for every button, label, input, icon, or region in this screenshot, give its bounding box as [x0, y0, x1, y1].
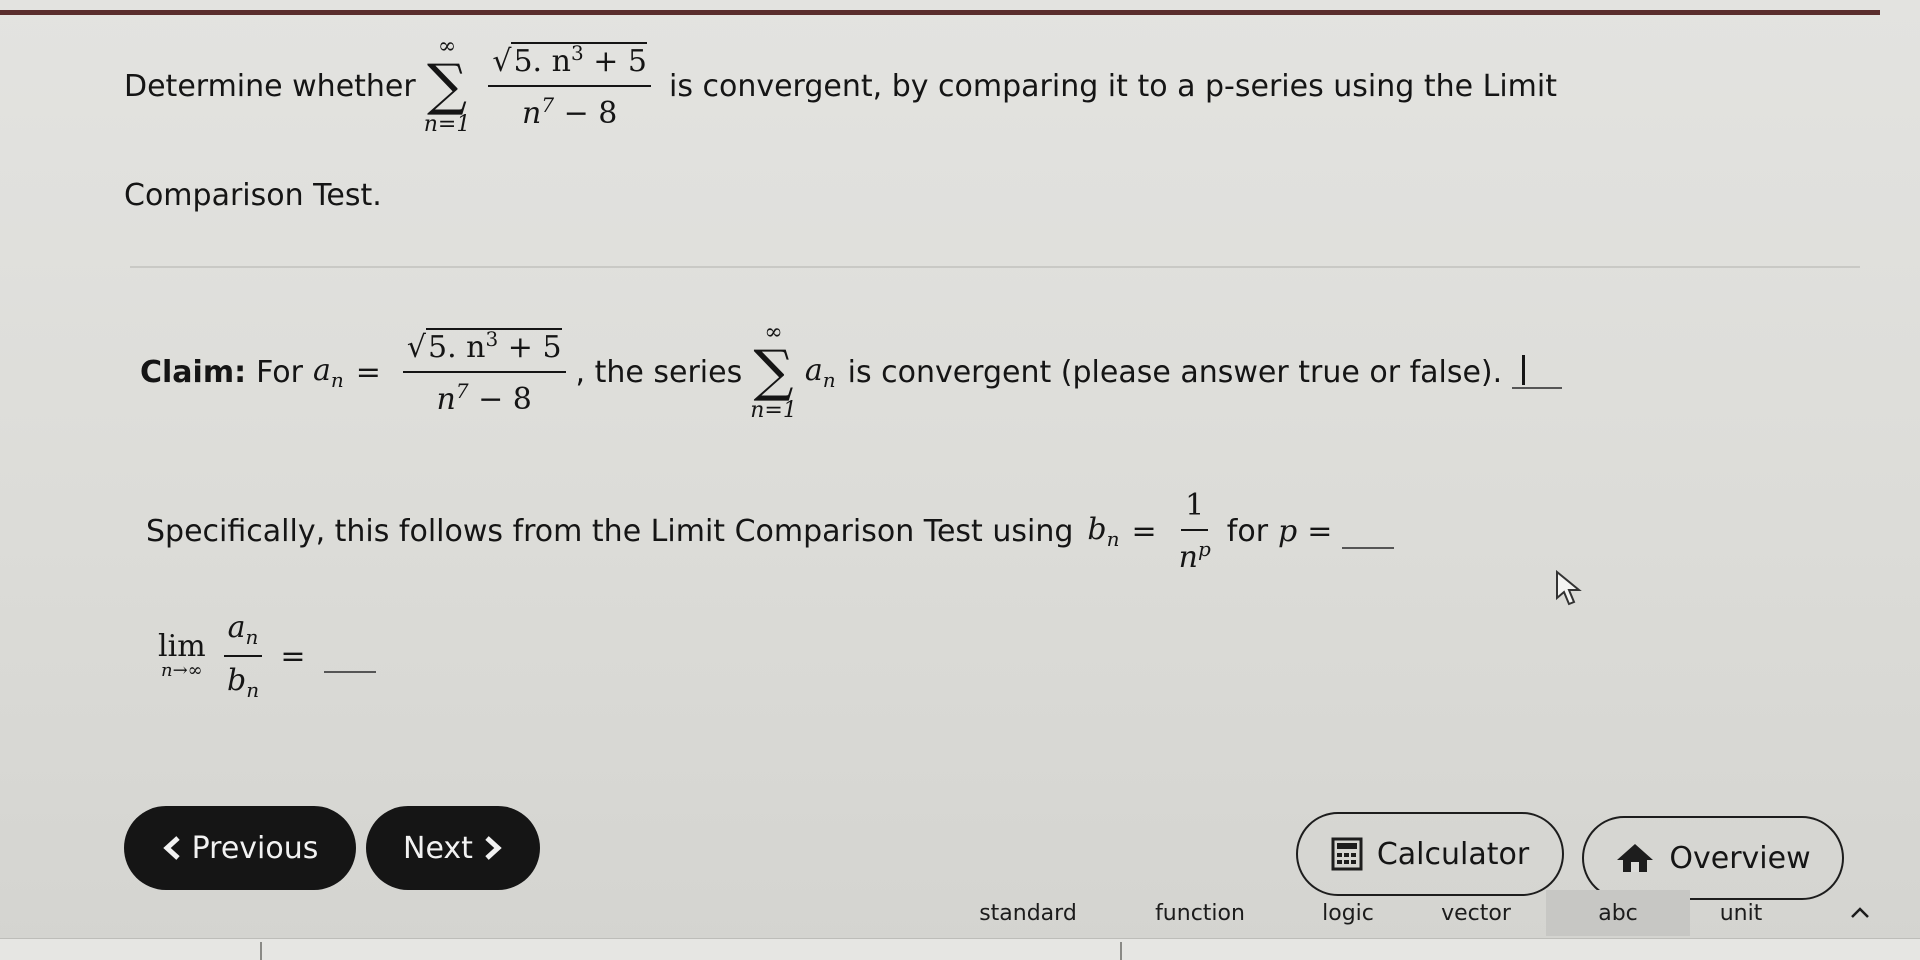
claim-numerator: √5. n3 + 5 [402, 327, 566, 373]
tab-unit[interactable]: unit [1690, 890, 1792, 936]
claim-denominator: n7 − 8 [436, 379, 532, 417]
limit-equals: = [280, 638, 306, 674]
tab-abc[interactable]: abc [1546, 890, 1690, 936]
claim-row: Claim: For an = √5. n3 + 5 n7 − 8 , the … [140, 322, 1563, 422]
question-line-2: Comparison Test. [124, 178, 382, 213]
sigma-icon: ∑ [427, 53, 468, 118]
previous-button[interactable]: Previous [124, 806, 356, 890]
top-border-line [0, 10, 1880, 15]
tab-function[interactable]: function [1120, 890, 1280, 936]
tab-standard[interactable]: standard [948, 890, 1108, 936]
question-prefix: Determine whether [124, 68, 416, 104]
sigma-icon: ∑ [753, 339, 794, 404]
specific-denominator: np [1178, 537, 1211, 575]
claim-series-text: , the series [575, 354, 743, 390]
limit-numerator: an [223, 610, 263, 657]
keyboard-tab-bar: standard function logic vector abc unit [0, 890, 1920, 938]
page: Determine whether ∞ ∑ n=1 √5. n3 + 5 n7 … [0, 0, 1920, 960]
calculator-icon [1331, 837, 1363, 871]
specific-fraction: 1 np [1179, 488, 1211, 575]
home-icon [1617, 844, 1654, 872]
calculator-label: Calculator [1376, 836, 1530, 872]
p-answer-field[interactable] [1342, 515, 1395, 549]
claim-fraction: √5. n3 + 5 n7 − 8 [402, 327, 566, 417]
limit-answer-field[interactable] [323, 639, 376, 673]
question-term-numerator: √5. n3 + 5 [488, 41, 651, 87]
previous-label: Previous [191, 830, 319, 866]
claim-tail-text: is convergent (please answer true or fal… [847, 354, 1503, 390]
question-term-fraction: √5. n3 + 5 n7 − 8 [488, 41, 651, 131]
claim-sum-lower: n=1 [750, 398, 797, 423]
chevron-right-icon [485, 836, 502, 860]
specific-numerator: 1 [1181, 488, 1209, 531]
lim-subscript: n→∞ [160, 660, 203, 681]
section-divider [130, 266, 1860, 268]
text-cursor [1522, 355, 1526, 385]
specific-text: Specifically, this follows from the Limi… [146, 514, 1074, 549]
keyboard-strip [0, 938, 1920, 960]
claim-for-text: For [256, 354, 303, 390]
question-suffix: is convergent, by comparing it to a p-se… [668, 68, 1557, 104]
next-button[interactable]: Next [366, 806, 540, 890]
claim-label: Claim: [140, 354, 247, 390]
specific-for-text: for [1226, 514, 1269, 549]
claim-series-var: an [804, 352, 836, 392]
keyboard-key-divider [260, 942, 262, 960]
specific-b-var: bn [1087, 512, 1120, 551]
mouse-pointer-icon [1556, 570, 1582, 606]
keyboard-toggle[interactable] [1830, 890, 1890, 936]
chevron-up-icon [1851, 907, 1869, 918]
claim-a-var: an [312, 352, 344, 392]
claim-answer-field[interactable] [1512, 355, 1563, 389]
lim-text: lim [158, 629, 206, 664]
limit-fraction: an bn [223, 610, 263, 702]
question-sum-symbol: ∞ ∑ n=1 [424, 36, 471, 136]
calculator-button[interactable]: Calculator [1296, 812, 1564, 896]
specific-row: Specifically, this follows from the Limi… [146, 488, 1395, 575]
question-term-denominator: n7 − 8 [521, 93, 618, 131]
tab-logic[interactable]: logic [1286, 890, 1410, 936]
chevron-left-icon [162, 836, 180, 860]
limit-operator: lim n→∞ [158, 632, 206, 680]
specific-equals: = [1131, 514, 1157, 549]
claim-equals: = [355, 354, 381, 390]
question-line-1: Determine whether ∞ ∑ n=1 √5. n3 + 5 n7 … [124, 36, 1557, 136]
overview-label: Overview [1669, 840, 1811, 876]
limit-denominator: bn [226, 663, 260, 702]
next-label: Next [403, 830, 473, 866]
keyboard-key-divider [1120, 942, 1122, 960]
tab-vector[interactable]: vector [1414, 890, 1538, 936]
specific-p-var: p [1278, 514, 1298, 549]
sum-lower-limit: n=1 [423, 112, 471, 137]
specific-p-equals: = [1307, 514, 1333, 549]
limit-row: lim n→∞ an bn = [150, 610, 376, 702]
overview-button[interactable]: Overview [1582, 816, 1844, 900]
claim-sum-symbol: ∞ ∑ n=1 [750, 322, 797, 422]
